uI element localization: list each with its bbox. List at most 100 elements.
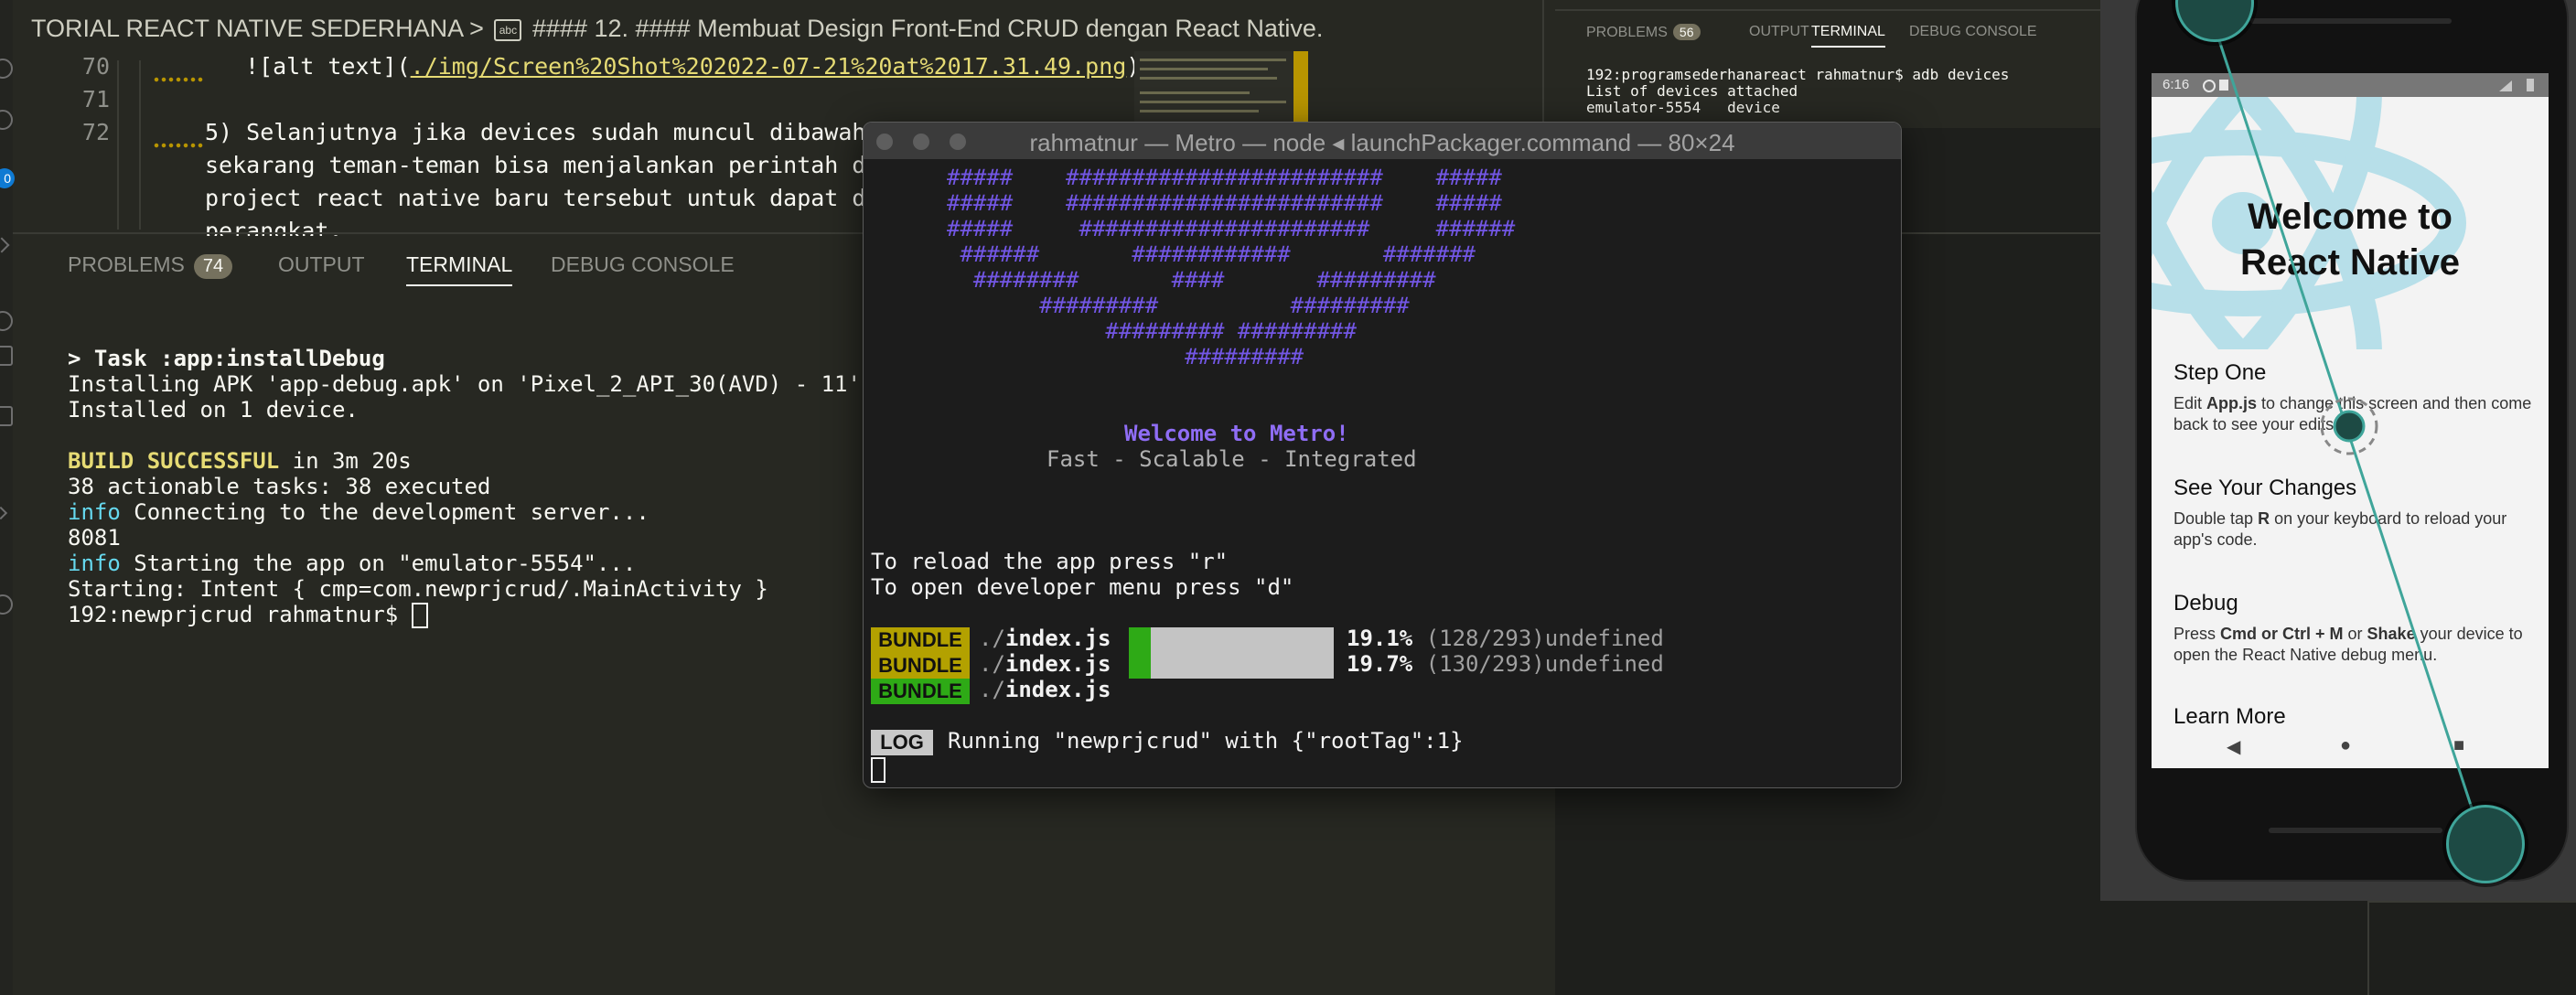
reload-hint: To reload the app press "r" (871, 549, 1229, 574)
log-text: Running "newprjcrud" with {"rootTag":1} (948, 728, 1464, 754)
metro-logo-line: ######## #### ######### (947, 267, 1436, 293)
build-status: BUILD SUCCESSFUL (68, 448, 280, 474)
image-syntax-open: ![ (245, 53, 274, 80)
search-icon[interactable] (0, 110, 13, 130)
terminal-line: BUILD SUCCESSFUL in 3m 20s (68, 448, 412, 474)
bundle-tag: BUNDLE (871, 679, 970, 704)
bundle-percent: 19.7% (1347, 651, 1413, 677)
bundle-progress-fill (1129, 627, 1151, 653)
tab-terminal[interactable]: TERMINAL (406, 252, 513, 286)
bundle-progress-text: 19.1% (128/293)undefined (1347, 626, 1664, 651)
terminal-line: > Task :app:installDebug (68, 346, 385, 371)
terminal-line: info Starting the app on "emulator-5554"… (68, 551, 636, 576)
tab-debug-console[interactable]: DEBUG CONSOLE (551, 252, 735, 277)
remote-icon[interactable] (0, 406, 13, 426)
bundle-percent: 19.1% (1347, 626, 1413, 651)
devmenu-hint: To open developer menu press "d" (871, 574, 1294, 600)
terminal-line: Installed on 1 device. (68, 397, 359, 423)
window-border (2367, 901, 2369, 995)
metro-logo-line: ##### ######################## ##### (947, 165, 1502, 190)
breadcrumb-folder[interactable]: TORIAL REACT NATIVE SEDERHANA (31, 15, 463, 42)
line-number: 71 (81, 86, 110, 112)
panel-border (1555, 9, 2131, 11)
run-icon[interactable] (0, 237, 10, 253)
touch-point (2333, 410, 2366, 443)
debug-icon[interactable] (0, 311, 13, 331)
code-line-72[interactable]: 5) Selanjutnya jika devices sudah muncul… (205, 119, 865, 145)
metro-logo-line: ##### ######################## ##### (947, 190, 1502, 216)
metro-logo-line: ######### ######### (947, 293, 1410, 318)
tab-debug-console[interactable]: DEBUG CONSOLE (1909, 24, 2037, 40)
terminal-line: 192:programsederhanareact rahmatnur$ adb… (1586, 66, 2010, 83)
bundle-tag: BUNDLE (871, 653, 970, 679)
bundle-path-prefix: ./ (979, 626, 1005, 651)
metro-welcome: Welcome to Metro! (1124, 421, 1349, 446)
metro-terminal-window[interactable]: rahmatnur — Metro — node ◂ launchPackage… (863, 122, 1902, 788)
image-alt-text: alt text (273, 53, 383, 80)
bundle-file: index.js (1004, 651, 1111, 677)
bundle-path: ./index.js (979, 677, 1111, 702)
info-tag: info (68, 551, 121, 576)
extensions-icon[interactable] (0, 346, 13, 366)
bundle-progress-fill (1129, 653, 1151, 679)
bundle-path: ./index.js (979, 651, 1111, 677)
source-control-badge: 0 (0, 168, 15, 188)
build-time: in 3m 20s (279, 448, 412, 474)
tab-problems-label: PROBLEMS (68, 252, 185, 276)
terminal-line: 8081 (68, 525, 121, 551)
log-tag: LOG (871, 730, 933, 755)
breadcrumb: TORIAL REACT NATIVE SEDERHANA > abc ####… (31, 15, 1323, 43)
metro-logo-line: ###### ############ ####### (947, 241, 1476, 267)
bundle-tag: BUNDLE (871, 627, 970, 653)
breadcrumb-heading[interactable]: #### 12. #### Membuat Design Front-End C… (532, 15, 1323, 42)
tab-output[interactable]: OUTPUT (278, 252, 365, 277)
code-wrapped-line[interactable]: sekarang teman-teman bisa menjalankan pe… (205, 152, 894, 178)
tab-problems[interactable]: PROBLEMS 74 (68, 252, 233, 279)
tab-terminal[interactable]: TERMINAL (1811, 24, 1885, 48)
explorer-icon[interactable] (0, 59, 13, 79)
account-icon[interactable] (0, 594, 13, 615)
breadcrumb-separator: > (469, 15, 484, 42)
metro-tagline: Fast - Scalable - Integrated (1046, 446, 1417, 472)
terminal-prompt-line[interactable]: 192:newprjcrud rahmatnur$ (68, 602, 428, 628)
bundle-progress-text: 19.7% (130/293)undefined (1347, 651, 1664, 677)
bundle-file: index.js (1004, 626, 1111, 651)
window-titlebar[interactable]: rahmatnur — Metro — node ◂ launchPackage… (864, 123, 1901, 159)
terminal-line: info Connecting to the development serve… (68, 499, 649, 525)
code-wrapped-line[interactable]: project react native baru tersebut untuk… (205, 185, 894, 211)
warning-squiggle (154, 77, 205, 82)
line-number: 72 (81, 119, 110, 145)
image-path-link[interactable]: ./img/Screen%20Shot%202022-07-21%20at%20… (411, 53, 1127, 80)
info-text: Starting the app on "emulator-5554"... (120, 551, 637, 576)
problems-count-badge: 74 (193, 254, 233, 279)
indent-guide (117, 60, 119, 230)
code-line-70[interactable]: ![alt text](./img/Screen%20Shot%202022-0… (245, 53, 1140, 80)
terminal-line: List of devices attached (1586, 82, 1798, 100)
terminal-prompt: 192:newprjcrud rahmatnur$ (68, 602, 412, 627)
info-tag: info (68, 499, 121, 525)
bundle-counts: (128/293)undefined (1425, 626, 1664, 651)
bundle-path-prefix: ./ (979, 651, 1005, 677)
gesture-end-point (2446, 805, 2525, 883)
terminal-cursor (871, 757, 886, 783)
line-number: 70 (81, 53, 110, 80)
tab-output[interactable]: OUTPUT (1749, 24, 1809, 40)
warning-squiggle (154, 143, 205, 148)
tab-problems[interactable]: PROBLEMS 56 (1586, 24, 1701, 41)
bundle-progress-track (1129, 627, 1334, 679)
metro-logo-line: ######### ######### (947, 318, 1357, 344)
bundle-file: index.js (1004, 677, 1111, 702)
window-border (2367, 901, 2576, 903)
bundle-counts: (130/293)undefined (1425, 651, 1664, 677)
indent-guide (139, 60, 141, 230)
bundle-path: ./index.js (979, 626, 1111, 651)
metro-logo-line: ######### (947, 344, 1304, 369)
panel-border (1542, 0, 1544, 128)
terminal-line: 38 actionable tasks: 38 executed (68, 474, 491, 499)
image-syntax-mid: ]( (382, 53, 411, 80)
window-title: rahmatnur — Metro — node ◂ launchPackage… (1029, 129, 1735, 156)
terminal-line: Installing APK 'app-debug.apk' on 'Pixel… (68, 371, 887, 397)
terminal-cursor (411, 603, 428, 628)
markdown-heading-icon: abc (494, 18, 522, 41)
chevron-right-icon[interactable] (0, 506, 8, 520)
